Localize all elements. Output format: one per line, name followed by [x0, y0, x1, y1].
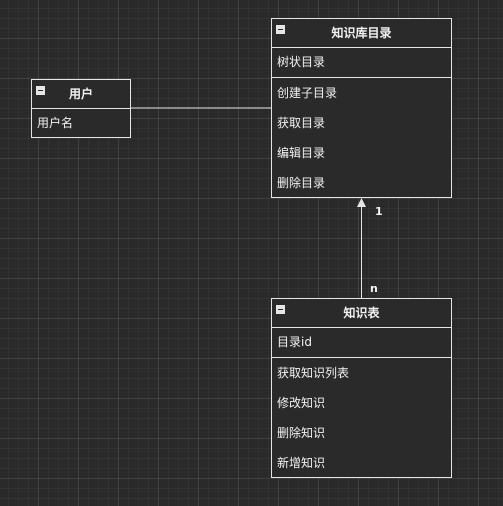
class-knowledge[interactable]: 知识表 目录id 获取知识列表 修改知识 删除知识 新增知识 [271, 298, 452, 478]
class-catalog-operation[interactable]: 删除目录 [272, 168, 451, 198]
class-catalog-header[interactable]: 知识库目录 [272, 19, 451, 48]
class-catalog-attribute[interactable]: 树状目录 [272, 48, 451, 78]
class-user[interactable]: 用户 用户名 [31, 79, 131, 138]
class-knowledge-operation[interactable]: 删除知识 [272, 418, 451, 448]
class-knowledge-operation[interactable]: 修改知识 [272, 388, 451, 418]
class-catalog[interactable]: 知识库目录 树状目录 创建子目录 获取目录 编辑目录 删除目录 [271, 18, 452, 198]
class-user-name: 用户 [68, 87, 93, 101]
class-catalog-name: 知识库目录 [331, 26, 392, 40]
class-knowledge-attribute[interactable]: 目录id [272, 328, 451, 358]
multiplicity-label-source: n [370, 282, 378, 295]
class-user-attribute[interactable]: 用户名 [32, 109, 130, 138]
class-catalog-operation[interactable]: 获取目录 [272, 108, 451, 138]
association-arrowhead-icon [357, 198, 366, 207]
class-knowledge-operation[interactable]: 新增知识 [272, 448, 451, 478]
class-knowledge-name: 知识表 [343, 306, 380, 320]
collapse-icon[interactable] [276, 25, 285, 34]
class-knowledge-header[interactable]: 知识表 [272, 299, 451, 328]
class-user-header[interactable]: 用户 [32, 80, 130, 109]
class-knowledge-operation[interactable]: 获取知识列表 [272, 358, 451, 388]
collapse-icon[interactable] [36, 86, 45, 95]
class-catalog-operation[interactable]: 编辑目录 [272, 138, 451, 168]
class-catalog-operation[interactable]: 创建子目录 [272, 78, 451, 108]
collapse-icon[interactable] [276, 305, 285, 314]
multiplicity-label-target: 1 [375, 205, 383, 218]
